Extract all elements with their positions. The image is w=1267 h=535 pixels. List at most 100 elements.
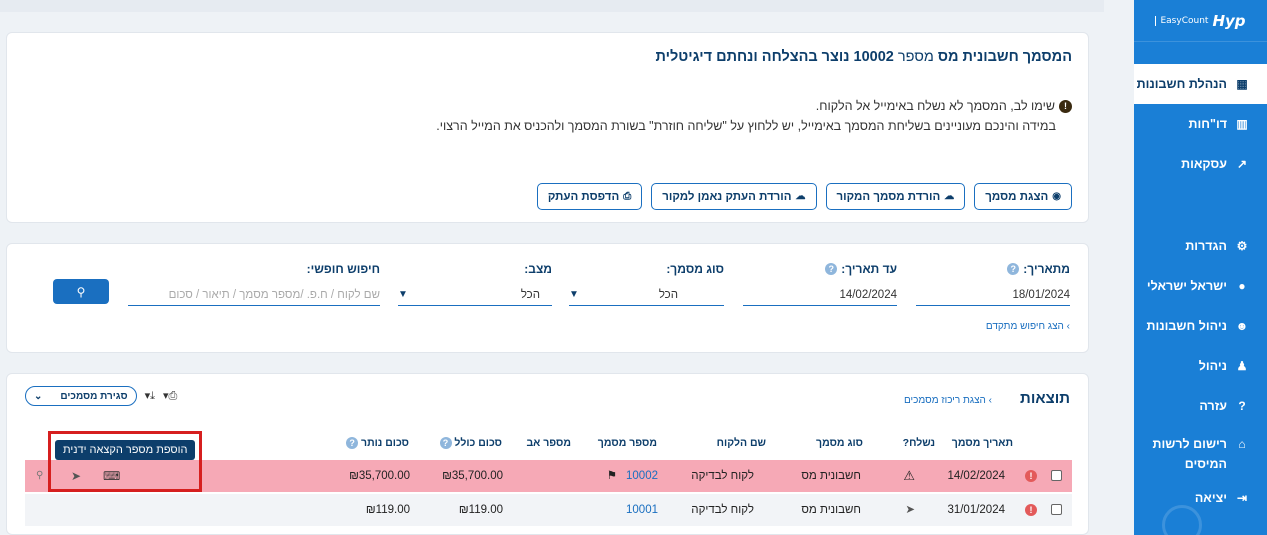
alert-icon: ! bbox=[1025, 504, 1037, 516]
cell-date: 31/01/2024 bbox=[947, 504, 1005, 516]
col-header-label: סכום כולל bbox=[454, 437, 502, 449]
free-search-label: חיפוש חופשי: bbox=[306, 262, 380, 276]
col-header-date[interactable]: תאריך מסמך bbox=[952, 437, 1013, 449]
status-label-row: מצב: bbox=[398, 262, 552, 276]
doc-number-link[interactable]: 10002 bbox=[626, 460, 658, 492]
from-date-label: מתאריך: bbox=[1023, 262, 1070, 276]
close-documents-dropdown[interactable]: ⌄ סגירת מסמכים bbox=[25, 386, 137, 406]
alert-icon: ! bbox=[1059, 99, 1072, 113]
to-date-input[interactable]: 14/02/2024 bbox=[743, 284, 897, 306]
doc-number-link[interactable]: 10001 bbox=[626, 494, 658, 526]
col-header-remaining[interactable]: סכום נותר ? bbox=[346, 437, 409, 449]
col-header-doc-type[interactable]: סוג מסמך bbox=[816, 437, 863, 449]
keyboard-icon[interactable]: ⌨ bbox=[103, 460, 120, 492]
warning-triangle-icon: ⚠ bbox=[903, 468, 915, 483]
search-button[interactable]: ⚲ bbox=[53, 279, 109, 304]
summary-link-label: הצגת ריכוז מסמכים bbox=[903, 395, 986, 406]
doc-type-value: הכל bbox=[658, 288, 678, 301]
send-icon[interactable]: ➤ bbox=[71, 460, 81, 492]
warning-line: ! שימו לב, המסמך לא נשלח באימייל אל הלקו… bbox=[23, 99, 1072, 113]
sidebar-item-admin[interactable]: ♟ ניהול bbox=[1134, 346, 1267, 386]
print-copy-button[interactable]: ⎙ הדפסת העתק bbox=[536, 183, 643, 210]
sidebar-item-label: הגדרות bbox=[1185, 239, 1227, 253]
from-date-label-row: מתאריך:? bbox=[916, 262, 1070, 276]
sidebar-item-tax-registration[interactable]: ⌂ רישום לרשות המיסים bbox=[1134, 426, 1267, 478]
table-row[interactable]: ! 14/02/2024 ⚠ חשבונית מס לקוח לבדיקה 10… bbox=[25, 460, 1072, 492]
cell-total: ₪35,700.00 bbox=[442, 470, 503, 482]
free-search-placeholder: שם לקוח / ח.פ. /מספר מסמך / תיאור / סכום bbox=[168, 288, 380, 301]
logout-icon: ⇥ bbox=[1236, 491, 1248, 505]
sidebar-item-label: ניהול חשבונות bbox=[1146, 319, 1227, 333]
sidebar-item-reports[interactable]: ▥ דו"חות bbox=[1134, 104, 1267, 144]
sidebar-item-help[interactable]: ? עזרה bbox=[1134, 386, 1267, 426]
sidebar-item-logout[interactable]: ⇥ יציאה bbox=[1134, 478, 1267, 518]
flag-icon[interactable]: ⚑ bbox=[607, 460, 617, 492]
document-actions: ◉ הצגת מסמך ☁ הורדת מסמך המקור ☁ הורדת העתק… bbox=[536, 183, 1072, 210]
sidebar-item-label: עסקאות bbox=[1181, 157, 1227, 171]
to-date-field: עד תאריך:? 14/02/2024 bbox=[743, 262, 897, 306]
cloud-download-icon: ☁ bbox=[944, 191, 955, 202]
sidebar-item-accounting[interactable]: ▦ הנהלת חשבונות bbox=[1134, 64, 1267, 104]
free-search-label-row: חיפוש חופשי: bbox=[128, 262, 380, 276]
row-checkbox[interactable] bbox=[1051, 504, 1062, 515]
sidebar-item-accounts[interactable]: ☻ ניהול חשבונות bbox=[1134, 306, 1267, 346]
status-select[interactable]: הכל ▼ bbox=[398, 284, 552, 306]
instructions-text: במידה והינכם מעוניינים בשליחת המסמך באימ… bbox=[436, 119, 1056, 133]
logo-brand: Hyp bbox=[1212, 11, 1246, 30]
from-date-input[interactable]: 18/01/2024 bbox=[916, 284, 1070, 306]
doc-type-label: סוג מסמך: bbox=[666, 262, 724, 276]
alert-icon: ! bbox=[1025, 470, 1037, 482]
download-copy-button[interactable]: ☁ הורדת העתק נאמן למקור bbox=[651, 183, 817, 210]
cell-total: ₪119.00 bbox=[458, 504, 503, 516]
help-icon[interactable]: ? bbox=[825, 263, 838, 275]
printer-icon: ⎙ bbox=[623, 191, 632, 202]
sidebar-item-label: רישום לרשות המיסים bbox=[1152, 437, 1227, 471]
col-header-client[interactable]: שם הלקוח bbox=[717, 437, 766, 449]
sidebar-item-label: ניהול bbox=[1198, 359, 1227, 373]
summary-link[interactable]: › הצגת ריכוז מסמכים bbox=[904, 395, 992, 406]
sidebar-item-user[interactable]: ● ישראל ישראלי bbox=[1134, 266, 1267, 306]
search-icon: ⚲ bbox=[76, 284, 86, 299]
download-icon[interactable]: ▾⤓ bbox=[145, 389, 155, 403]
cell-doc-type: חשבונית מס bbox=[801, 504, 861, 516]
show-document-button[interactable]: ◉ הצגת מסמך bbox=[974, 183, 1072, 210]
zoom-icon[interactable]: ⚲ bbox=[36, 460, 43, 492]
title-prefix: המסמך bbox=[1018, 49, 1072, 65]
table-row[interactable]: ! 31/01/2024 ➤ חשבונית מס לקוח לבדיקה 10… bbox=[25, 494, 1072, 526]
title-doc-type: חשבונית מס bbox=[937, 49, 1019, 65]
col-header-doc-number[interactable]: מספר מסמך bbox=[598, 437, 657, 449]
to-date-label: עד תאריך: bbox=[841, 262, 897, 276]
sidebar-item-deals[interactable]: ↗ עסקאות bbox=[1134, 144, 1267, 184]
success-message-card: המסמך חשבונית מס מספר 10002 נוצר בהצלחה … bbox=[6, 32, 1089, 223]
chevron-down-icon: ⌄ bbox=[34, 390, 43, 402]
results-title: תוצאות bbox=[1020, 390, 1070, 407]
col-header-total[interactable]: סכום כולל ? bbox=[439, 437, 502, 449]
title-middle: מספר bbox=[893, 49, 938, 65]
bar-chart-icon: ▥ bbox=[1236, 117, 1248, 131]
sidebar-item-label: יציאה bbox=[1194, 491, 1227, 505]
download-original-button[interactable]: ☁ הורדת מסמך המקור bbox=[825, 183, 966, 210]
doc-type-label-row: סוג מסמך: bbox=[569, 262, 724, 276]
top-strip bbox=[0, 0, 1104, 12]
sidebar: Hyp EasyCount ▦ הנהלת חשבונות ▥ דו"חות ↗… bbox=[1134, 0, 1267, 535]
logo-sub: EasyCount bbox=[1155, 15, 1208, 26]
chevron-down-icon: ▼ bbox=[398, 289, 408, 300]
printer-icon[interactable]: ▾⎙ bbox=[163, 389, 177, 403]
sidebar-item-label: ישראל ישראלי bbox=[1146, 279, 1227, 293]
row-checkbox[interactable] bbox=[1051, 470, 1062, 481]
filters-card: מתאריך:? 18/01/2024 עד תאריך:? 14/02/202… bbox=[6, 243, 1089, 353]
cell-client: לקוח לבדיקה bbox=[691, 470, 754, 482]
free-search-field: חיפוש חופשי: שם לקוח / ח.פ. /מספר מסמך /… bbox=[128, 262, 380, 306]
send-icon: ➤ bbox=[905, 504, 915, 516]
button-label: הורדת מסמך המקור bbox=[836, 190, 941, 203]
help-icon[interactable]: ? bbox=[1007, 263, 1020, 275]
eye-icon: ◉ bbox=[1052, 191, 1061, 202]
col-header-parent[interactable]: מספר אב bbox=[526, 437, 571, 449]
col-header-sent[interactable]: נשלח? bbox=[903, 437, 935, 449]
doc-type-select[interactable]: הכל ▼ bbox=[569, 284, 724, 306]
help-icon: ? bbox=[1238, 399, 1246, 413]
chevron-down-icon: ▼ bbox=[569, 289, 579, 300]
advanced-search-link[interactable]: › הצג חיפוש מתקדם bbox=[986, 321, 1070, 332]
free-search-input[interactable]: שם לקוח / ח.פ. /מספר מסמך / תיאור / סכום bbox=[128, 284, 380, 306]
sidebar-item-settings[interactable]: ⚙ הגדרות bbox=[1134, 226, 1267, 266]
